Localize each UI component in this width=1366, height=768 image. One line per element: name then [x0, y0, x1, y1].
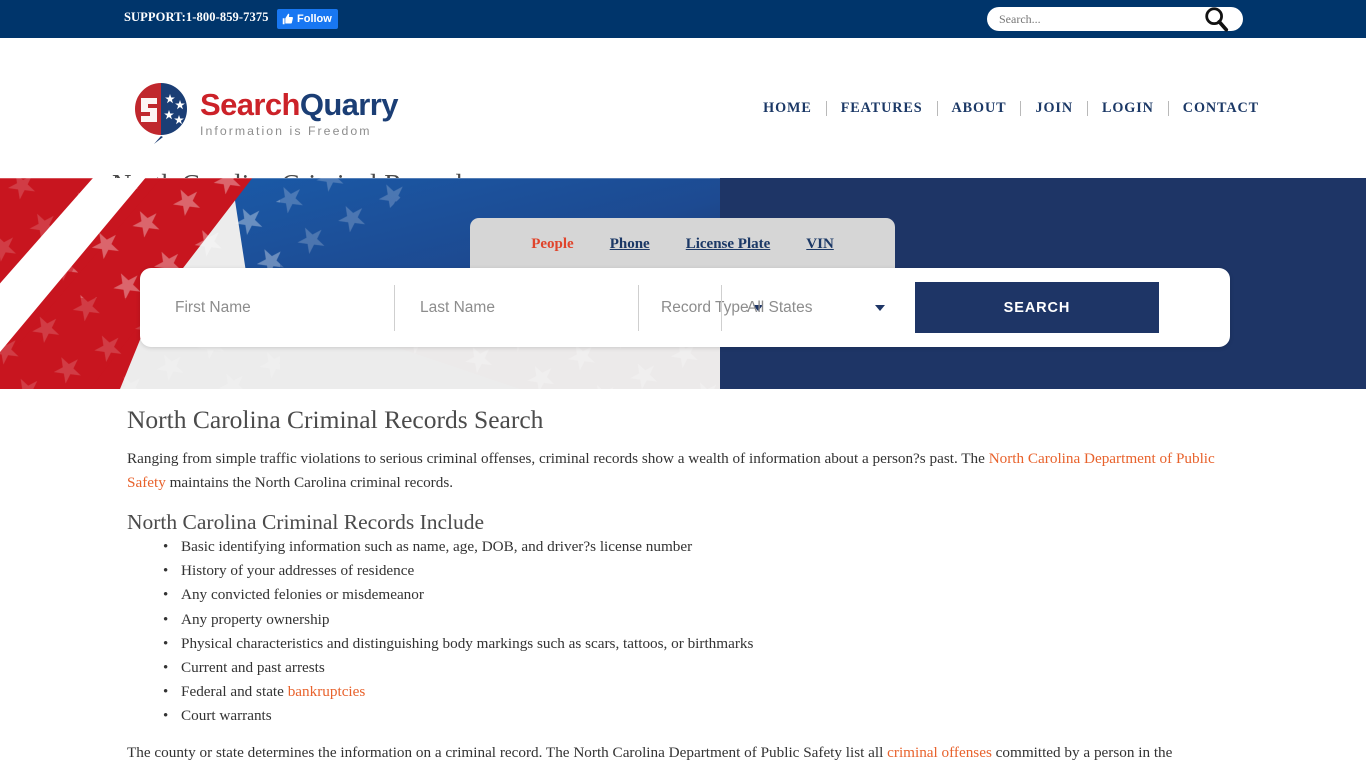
state-field[interactable]: All States: [721, 282, 903, 334]
records-include-list: Basic identifying information such as na…: [163, 535, 753, 729]
hero-search-banner: People Phone License Plate VIN Record Ty…: [0, 178, 1366, 389]
search-type-tabs: People Phone License Plate VIN: [470, 218, 895, 271]
last-name-field[interactable]: [394, 281, 638, 334]
first-name-input[interactable]: [149, 281, 394, 334]
people-search-form: Record Type All States SEARCH: [140, 268, 1230, 347]
magnifier-icon[interactable]: [1203, 5, 1229, 33]
facebook-follow-button[interactable]: Follow: [277, 9, 338, 29]
list-item-text: Federal and state: [181, 683, 288, 701]
intro-text-a: Ranging from simple traffic violations t…: [127, 450, 989, 467]
main-navigation: HOME FEATURES ABOUT JOIN LOGIN CONTACT: [749, 100, 1273, 117]
last-name-input[interactable]: [394, 281, 638, 334]
list-item: Court warrants: [163, 704, 753, 728]
link-criminal-offenses[interactable]: criminal offenses: [887, 744, 992, 761]
site-header: SearchQuarry Information is Freedom HOME…: [0, 38, 1366, 199]
logo-wordmark: SearchQuarry: [200, 89, 398, 120]
closing-paragraph: The county or state determines the infor…: [127, 741, 1239, 765]
nav-item-home[interactable]: HOME: [749, 100, 826, 117]
list-item: Any property ownership: [163, 608, 753, 632]
intro-paragraph: Ranging from simple traffic violations t…: [127, 447, 1237, 495]
first-name-field[interactable]: [149, 281, 394, 334]
chevron-down-icon: [875, 304, 885, 311]
list-item: Physical characteristics and distinguish…: [163, 632, 753, 656]
list-item: Current and past arrests: [163, 656, 753, 680]
intro-text-b: maintains the North Carolina criminal re…: [165, 474, 454, 491]
top-utility-bar: SUPPORT:1-800-859-7375 Follow: [0, 0, 1366, 38]
tab-license-plate[interactable]: License Plate: [668, 236, 789, 253]
record-type-dropdown[interactable]: Record Type: [638, 282, 763, 334]
nav-item-about[interactable]: ABOUT: [938, 100, 1021, 117]
tab-people[interactable]: People: [513, 236, 592, 253]
tab-vin[interactable]: VIN: [788, 236, 852, 253]
tab-phone[interactable]: Phone: [592, 236, 668, 253]
searchquarry-logo-icon: [133, 81, 189, 144]
state-label: All States: [747, 298, 813, 316]
list-item: History of your addresses of residence: [163, 559, 753, 583]
section-heading-include: North Carolina Criminal Records Include: [127, 510, 485, 534]
list-item: Any convicted felonies or misdemeanor: [163, 583, 753, 607]
thumbs-up-icon: [282, 13, 293, 25]
list-item: Federal and state bankruptcies: [163, 680, 753, 704]
nav-item-join[interactable]: JOIN: [1021, 100, 1087, 117]
logo-word-quarry: Quarry: [299, 86, 399, 122]
logo-word-search: Search: [200, 86, 300, 122]
list-item: Basic identifying information such as na…: [163, 535, 753, 559]
nav-item-contact[interactable]: CONTACT: [1169, 100, 1273, 117]
section-heading-search: North Carolina Criminal Records Search: [127, 405, 544, 434]
facebook-follow-label: Follow: [297, 12, 332, 25]
logo-tagline: Information is Freedom: [200, 123, 372, 138]
link-bankruptcies[interactable]: bankruptcies: [288, 683, 366, 700]
record-type-field[interactable]: Record Type: [638, 282, 763, 334]
search-button[interactable]: SEARCH: [915, 282, 1159, 333]
site-logo[interactable]: SearchQuarry Information is Freedom: [130, 81, 398, 145]
state-dropdown[interactable]: All States: [721, 282, 903, 334]
nav-item-features[interactable]: FEATURES: [827, 100, 937, 117]
closing-text-a: The county or state determines the infor…: [127, 744, 888, 761]
nav-item-login[interactable]: LOGIN: [1088, 100, 1168, 117]
closing-text-b: committed by a person in the: [991, 744, 1173, 761]
support-phone: SUPPORT:1-800-859-7375: [124, 10, 269, 24]
